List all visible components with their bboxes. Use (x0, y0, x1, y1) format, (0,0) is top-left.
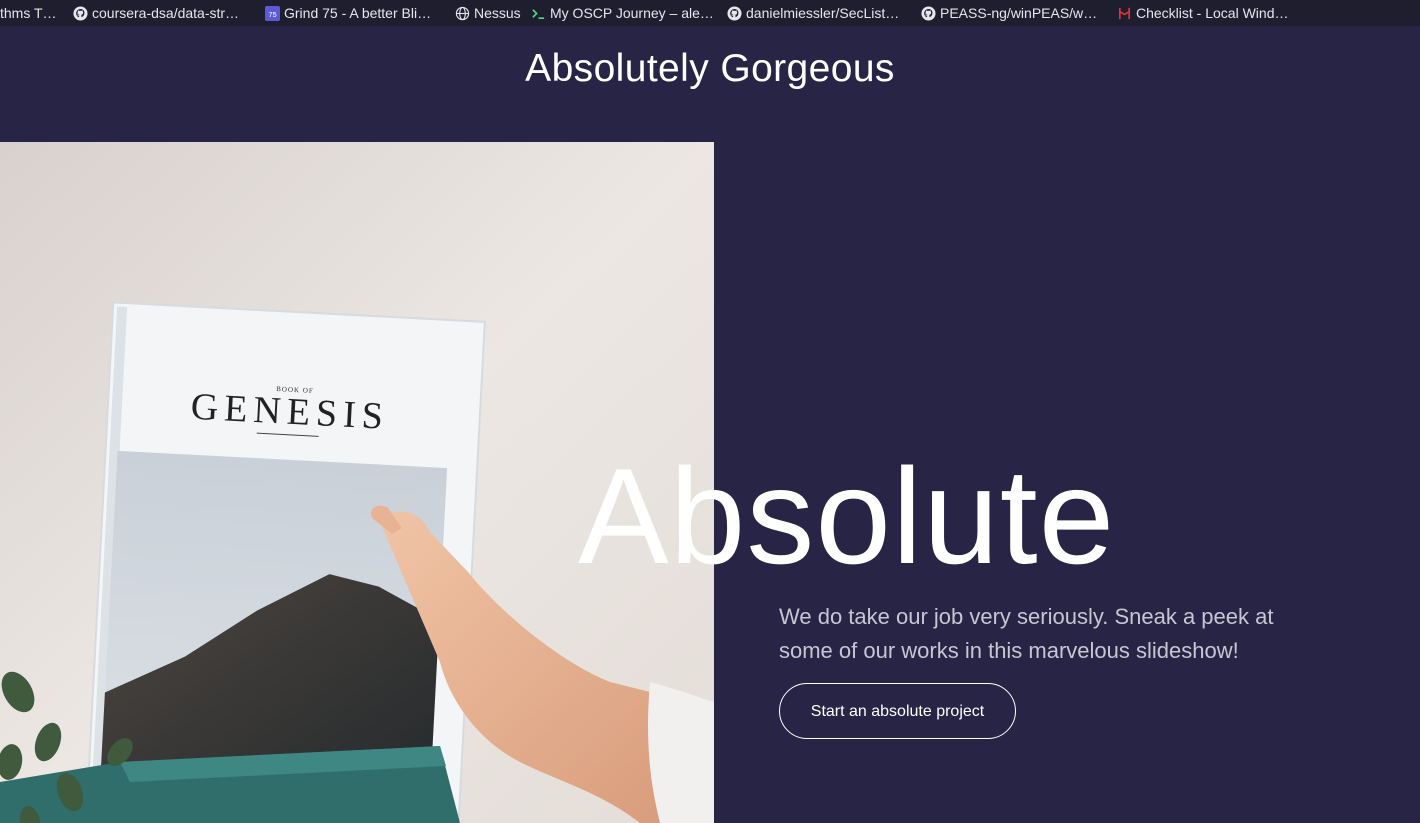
bookmark-label: PEASS-ng/winPEAS/w… (940, 5, 1098, 21)
bookmark-item[interactable]: thms T… (0, 0, 62, 26)
site-header: Absolutely Gorgeous (0, 26, 1420, 142)
hero-heading: Absolute (578, 440, 1116, 592)
bookmark-label: My OSCP Journey – ale… (550, 5, 714, 21)
bookmark-label: Checklist - Local Wind… (1136, 5, 1289, 21)
terminal-icon (530, 5, 546, 21)
github-icon (726, 5, 742, 21)
site-title[interactable]: Absolutely Gorgeous (0, 47, 1420, 91)
bookmark-item[interactable]: 75 Grind 75 - A better Bli… (264, 0, 454, 26)
bookmark-item[interactable]: danielmiessler/SecList… (726, 0, 920, 26)
grind75-icon: 75 (264, 5, 280, 21)
bookmark-item[interactable]: coursera-dsa/data-str… (72, 0, 258, 26)
bookmark-label: thms T… (0, 5, 57, 21)
grind75-icon-text: 75 (268, 9, 276, 18)
bookmark-item[interactable]: Nessus (454, 0, 530, 26)
bookmark-label: Nessus (474, 5, 521, 21)
hero-description: We do take our job very seriously. Sneak… (779, 604, 1274, 663)
bookmark-item[interactable]: PEASS-ng/winPEAS/w… (920, 0, 1116, 26)
github-icon (72, 5, 88, 21)
hero-section: BOOK OF GENESIS Absolute We do take our … (0, 142, 1420, 823)
bookmark-label: Grind 75 - A better Bli… (284, 5, 432, 21)
bookmark-label: danielmiessler/SecList… (746, 5, 900, 21)
start-project-button[interactable]: Start an absolute project (779, 683, 1016, 739)
hacktricks-icon (1116, 5, 1132, 21)
bookmarks-bar: thms T… coursera-dsa/data-str… 75 Grind … (0, 0, 1420, 26)
github-icon (920, 5, 936, 21)
bookmark-item[interactable]: My OSCP Journey – ale… (530, 0, 726, 26)
bookmark-item[interactable]: Checklist - Local Wind… (1116, 0, 1298, 26)
bookmark-label: coursera-dsa/data-str… (92, 5, 240, 21)
globe-icon (454, 5, 470, 21)
